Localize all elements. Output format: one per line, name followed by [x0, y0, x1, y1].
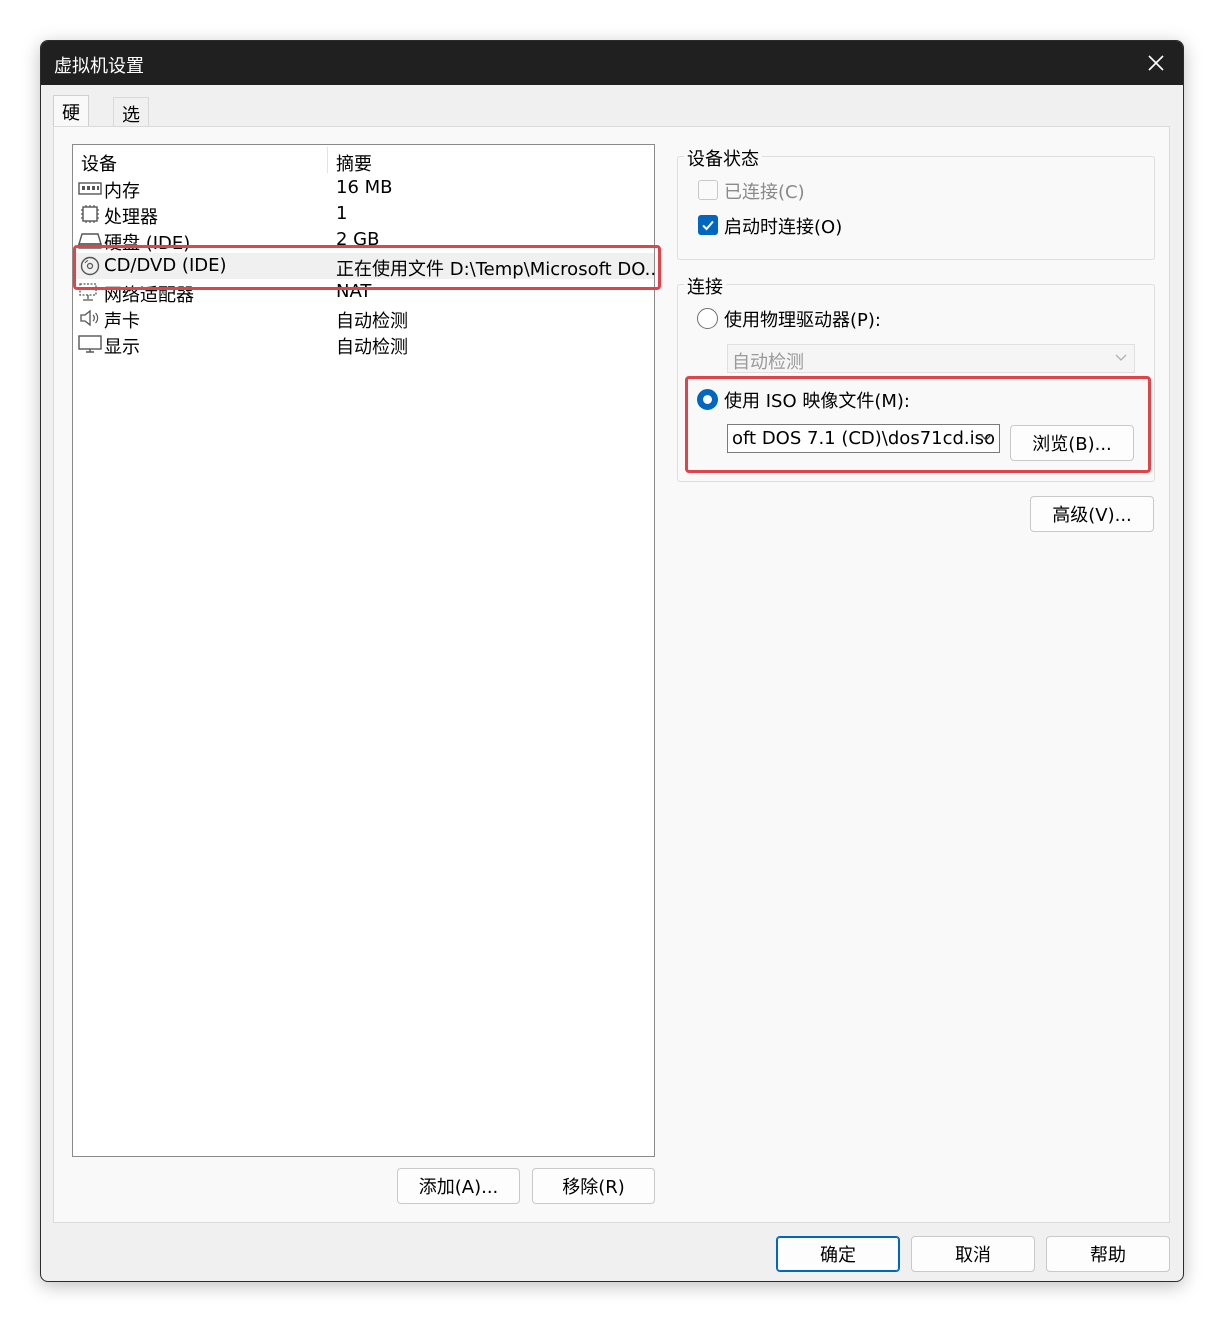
connect-at-power-on-checkbox[interactable]: [698, 215, 718, 235]
device-row-processor[interactable]: 处理器 1: [73, 201, 654, 228]
connected-label: 已连接(C): [724, 182, 805, 203]
device-summary: 1: [336, 203, 348, 224]
device-row-hard-disk[interactable]: 硬盘 (IDE) 2 GB: [73, 227, 654, 254]
cancel-button[interactable]: 取消: [911, 1236, 1035, 1272]
network-adapter-icon: [79, 283, 97, 301]
chevron-down-icon: [1115, 354, 1127, 361]
remove-device-button[interactable]: 移除(R): [532, 1168, 655, 1204]
add-device-button[interactable]: 添加(A)...: [397, 1168, 520, 1204]
window-title: 虚拟机设置: [54, 56, 144, 77]
device-status-title: 设备状态: [684, 145, 762, 171]
device-row-display[interactable]: 显示 自动检测: [73, 331, 654, 358]
checkmark-icon: [702, 220, 714, 231]
device-name: 处理器: [104, 207, 158, 228]
device-row-sound-card[interactable]: 声卡 自动检测: [73, 305, 654, 332]
hard-disk-icon: [78, 233, 102, 249]
device-summary: 2 GB: [336, 229, 380, 250]
device-row-cd-dvd[interactable]: CD/DVD (IDE) 正在使用文件 D:\Temp\Microsoft DO…: [73, 253, 662, 280]
physical-drive-label: 使用物理驱动器(P):: [724, 310, 881, 331]
connect-at-power-on-label: 启动时连接(O): [724, 217, 843, 238]
device-summary: 自动检测: [336, 337, 408, 358]
iso-image-radio[interactable]: [697, 389, 718, 410]
device-name: 内存: [104, 181, 140, 202]
help-button[interactable]: 帮助: [1046, 1236, 1170, 1272]
tab-options[interactable]: 选项: [113, 97, 149, 152]
cd-dvd-icon: [80, 256, 100, 276]
column-separator[interactable]: [327, 147, 328, 173]
hardware-panel: 设备 摘要 内存 16 MB 处理器 1 硬盘 (IDE) 2 GB CD/DV…: [53, 126, 1170, 1223]
device-summary: NAT: [336, 281, 372, 302]
list-header: 设备 摘要: [73, 145, 654, 175]
device-list[interactable]: 设备 摘要 内存 16 MB 处理器 1 硬盘 (IDE) 2 GB CD/DV…: [72, 144, 662, 1157]
device-name: 硬盘 (IDE): [104, 233, 191, 254]
device-name: 声卡: [104, 311, 140, 332]
iso-image-label: 使用 ISO 映像文件(M):: [724, 391, 910, 412]
device-summary: 16 MB: [336, 177, 393, 198]
physical-drive-value: 自动检测: [732, 352, 804, 373]
memory-icon: [78, 182, 102, 195]
device-name: 网络适配器: [104, 285, 194, 306]
ok-button[interactable]: 确定: [776, 1236, 900, 1272]
browse-button[interactable]: 浏览(B)...: [1010, 425, 1134, 461]
connected-checkbox[interactable]: [698, 180, 718, 200]
settings-dialog: 虚拟机设置 选项 硬件 设备 摘要 内存: [40, 40, 1184, 1282]
column-header-summary[interactable]: 摘要: [336, 150, 372, 176]
iso-path-combobox[interactable]: oft DOS 7.1 (CD)\dos71cd.iso: [727, 424, 1000, 453]
connection-title: 连接: [684, 273, 726, 299]
physical-drive-select[interactable]: 自动检测: [727, 344, 1135, 373]
device-summary: 正在使用文件 D:\Temp\Microsoft DO...: [336, 259, 662, 280]
close-button[interactable]: [1129, 41, 1183, 85]
iso-path-value: oft DOS 7.1 (CD)\dos71cd.iso: [732, 428, 996, 449]
device-summary: 自动检测: [336, 311, 408, 332]
column-header-device[interactable]: 设备: [81, 150, 117, 176]
title-bar: 虚拟机设置: [41, 41, 1183, 85]
close-icon: [1148, 55, 1164, 71]
physical-drive-radio[interactable]: [697, 308, 718, 329]
device-row-memory[interactable]: 内存 16 MB: [73, 175, 654, 202]
device-name: CD/DVD (IDE): [104, 255, 227, 276]
speaker-icon: [80, 309, 99, 327]
chevron-down-icon: [980, 434, 992, 441]
monitor-icon: [78, 335, 102, 353]
tab-hardware[interactable]: 硬件: [53, 95, 89, 150]
advanced-button[interactable]: 高级(V)...: [1030, 496, 1154, 532]
device-name: 显示: [104, 337, 140, 358]
processor-icon: [81, 205, 99, 223]
device-row-network-adapter[interactable]: 网络适配器 NAT: [73, 279, 654, 306]
device-status-group: [677, 156, 1155, 260]
